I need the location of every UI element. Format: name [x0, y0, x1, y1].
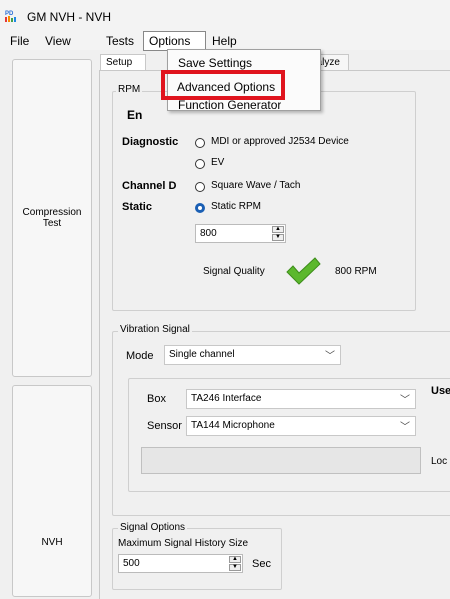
diagnostic-mdi-label: MDI or approved J2534 Device	[211, 136, 349, 147]
menu-options[interactable]: Options	[149, 34, 190, 48]
signal-quality-label: Signal Quality	[203, 266, 265, 277]
static-rpm-radio[interactable]	[195, 203, 205, 213]
mode-label: Mode	[126, 350, 154, 362]
static-rpm-spinbox[interactable]: 800 ▲ ▼	[195, 224, 286, 243]
chevron-down-icon: ﹀	[400, 422, 410, 433]
signal-quality-check-icon	[286, 257, 321, 285]
engine-label: En	[127, 108, 143, 122]
diagnostic-ev-label: EV	[211, 157, 225, 168]
app-logo-icon: PD	[5, 11, 16, 22]
nvh-label: NVH	[41, 537, 63, 548]
spin-up-icon[interactable]: ▲	[272, 226, 284, 233]
use-label: Use	[431, 385, 450, 397]
history-size-value: 500	[123, 558, 140, 569]
signal-quality-value: 800 RPM	[335, 266, 377, 277]
menu-view[interactable]: View	[45, 34, 71, 48]
compression-test-button[interactable]: Compression Test	[12, 59, 92, 377]
channel-square-wave-label: Square Wave / Tach	[211, 180, 301, 191]
diagnostic-ev-radio[interactable]	[195, 159, 205, 169]
rpm-group-label: RPM	[116, 84, 143, 95]
mode-value: Single channel	[169, 349, 235, 360]
menu-tests[interactable]: Tests	[106, 34, 134, 48]
spin-down-icon[interactable]: ▼	[229, 564, 241, 571]
history-unit-label: Sec	[252, 558, 271, 570]
chevron-down-icon: ﹀	[325, 351, 335, 362]
window-title: GM NVH - NVH	[27, 10, 111, 24]
signal-options-group-label: Signal Options	[118, 522, 188, 533]
menu-item-save-settings[interactable]: Save Settings	[178, 56, 252, 70]
menu-help[interactable]: Help	[212, 34, 237, 48]
channel-label: Channel D	[122, 180, 177, 192]
compression-test-label: Compression Test	[22, 207, 82, 229]
diagnostic-mdi-radio[interactable]	[195, 138, 205, 148]
static-rpm-value: 800	[200, 228, 217, 239]
spin-down-icon[interactable]: ▼	[272, 234, 284, 241]
channel-square-wave-radio[interactable]	[195, 182, 205, 192]
diagnostic-label: Diagnostic	[122, 136, 179, 148]
box-value: TA246 Interface	[191, 393, 262, 404]
sensor-value: TA144 Microphone	[191, 420, 275, 431]
mode-select[interactable]: Single channel ﹀	[164, 345, 341, 365]
menu-file[interactable]: File	[10, 34, 29, 48]
spin-up-icon[interactable]: ▲	[229, 556, 241, 563]
sensor-status-field	[141, 447, 421, 474]
menu-item-function-generator[interactable]: Function Generator	[178, 100, 281, 110]
history-size-spinbox[interactable]: 500 ▲ ▼	[118, 554, 243, 573]
sensor-select[interactable]: TA144 Microphone ﹀	[186, 416, 416, 436]
static-rpm-label: Static RPM	[211, 201, 262, 212]
box-select[interactable]: TA246 Interface ﹀	[186, 389, 416, 409]
rpm-groupbox	[112, 91, 416, 311]
sensor-label: Sensor	[147, 420, 182, 432]
static-label: Static	[122, 201, 152, 213]
chevron-down-icon: ﹀	[400, 395, 410, 406]
box-label: Box	[147, 393, 166, 405]
vibration-signal-group-label: Vibration Signal	[118, 324, 192, 335]
nvh-button[interactable]: NVH	[12, 385, 92, 597]
loc-label: Loc	[431, 456, 448, 467]
highlight-box	[161, 70, 285, 100]
tab-setup[interactable]: Setup	[100, 54, 146, 70]
history-size-label: Maximum Signal History Size	[118, 538, 249, 549]
